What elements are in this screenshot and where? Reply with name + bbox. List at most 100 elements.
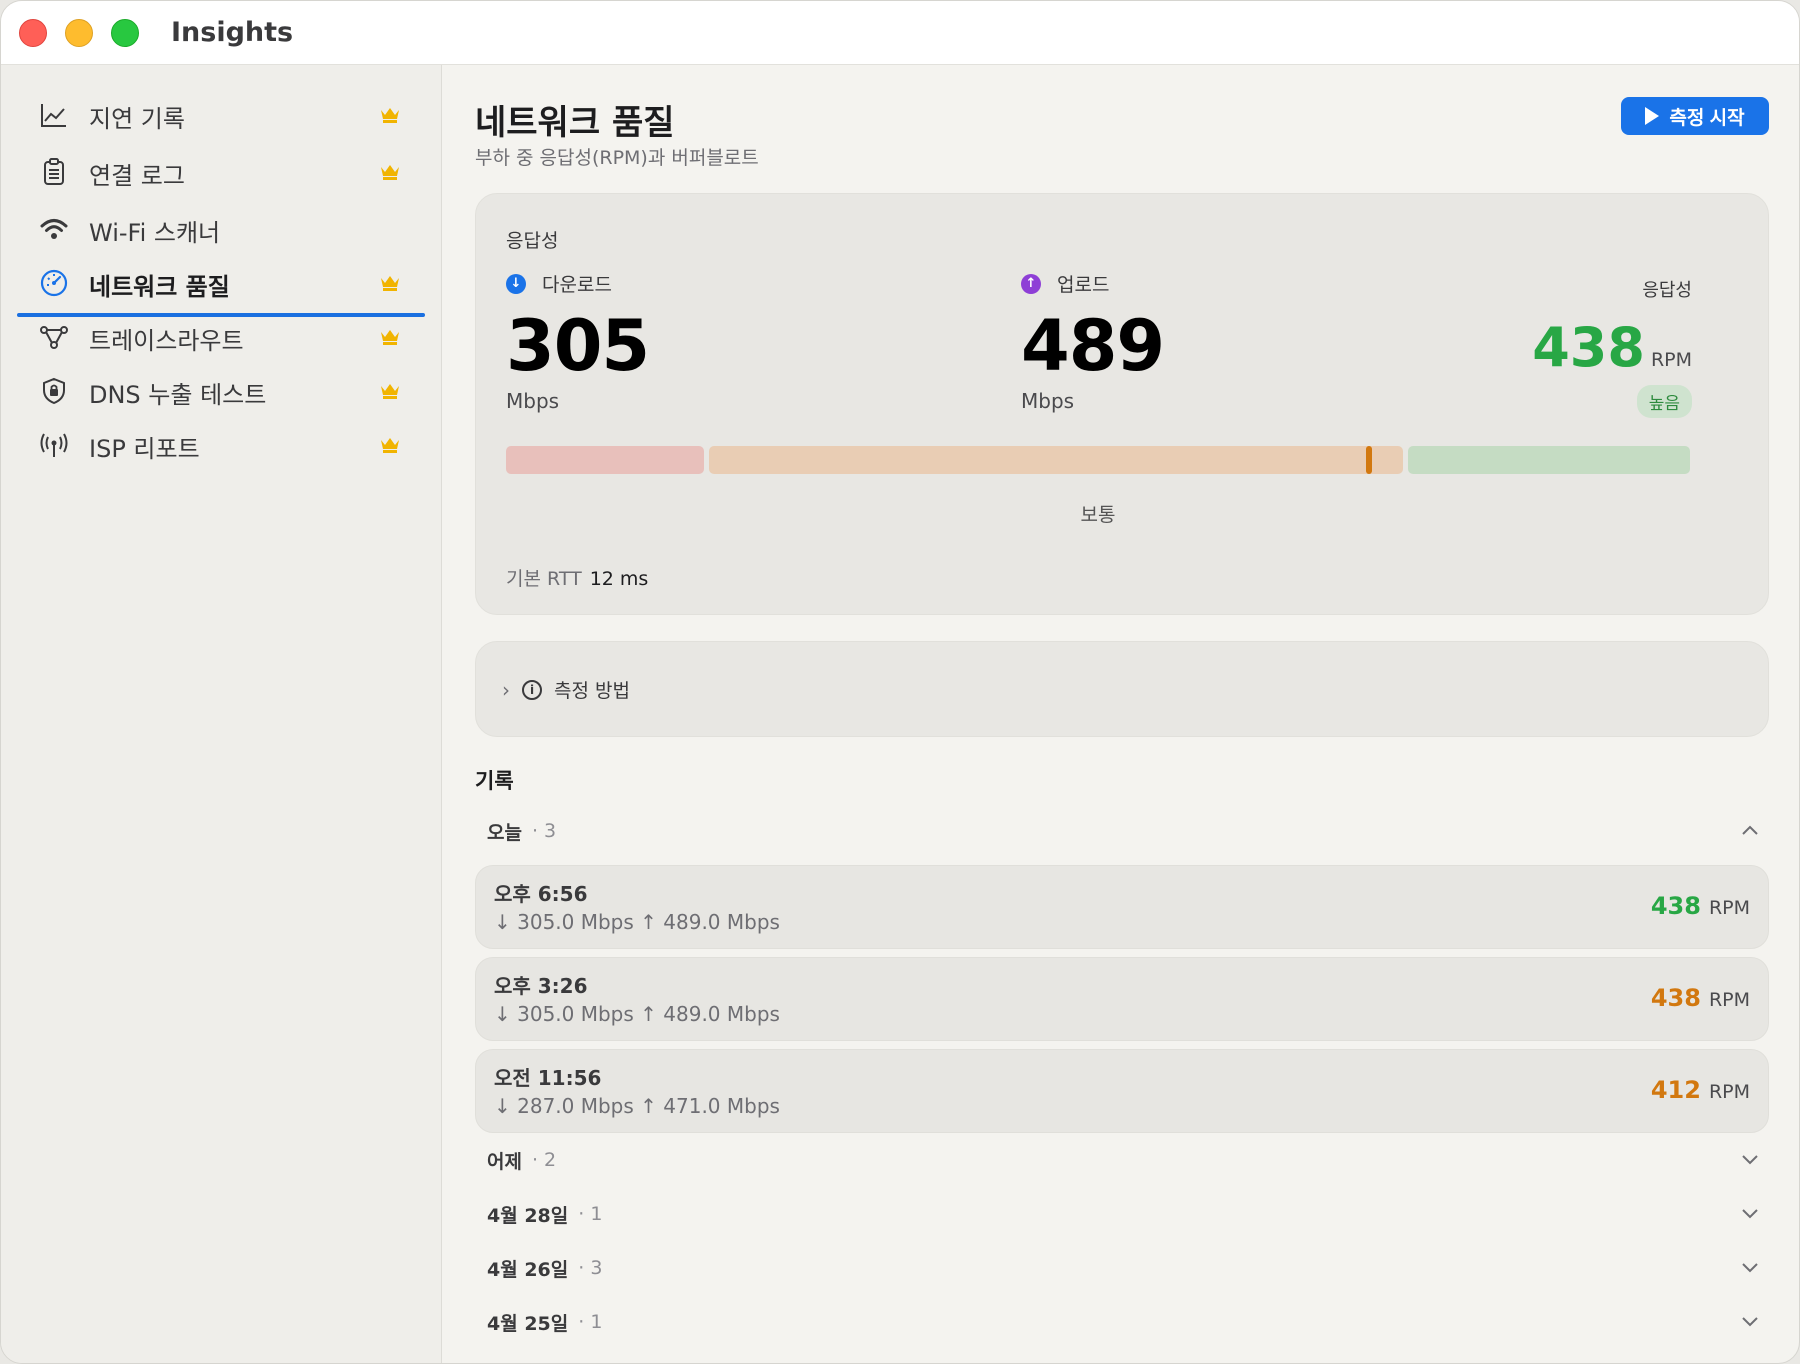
scale-label: 보통 bbox=[1080, 504, 1116, 526]
group-name: 4월 26일 bbox=[487, 1258, 569, 1281]
scale-marker bbox=[1366, 446, 1372, 474]
chart-line-icon bbox=[41, 104, 66, 127]
record-speeds: ↓ 305.0 Mbps ↑ 489.0 Mbps bbox=[494, 1002, 780, 1026]
shield-icon bbox=[43, 377, 65, 405]
history-group-today[interactable]: 오늘 · 3 bbox=[475, 811, 1769, 851]
history-group-apr-26[interactable]: 4월 26일 · 3 bbox=[475, 1248, 1769, 1288]
sidebar-item-connection-log[interactable]: 연결 로그 bbox=[17, 142, 425, 200]
record-time: 오전 11:56 bbox=[494, 1066, 602, 1090]
sidebar-item-dns-leak-test[interactable]: DNS 누출 테스트 bbox=[17, 361, 425, 419]
sidebar-item-wifi-scanner[interactable]: Wi-Fi 스캐너 bbox=[17, 199, 425, 257]
measurement-method-disclosure[interactable]: › i 측정 방법 bbox=[475, 641, 1769, 737]
sidebar: 지연 기록 연결 로그 Wi-Fi 스캐너 네트워크 품질 트레이스라우트 DN… bbox=[1, 65, 442, 1363]
crown-icon bbox=[381, 108, 399, 123]
download-metric: ↓ 다운로드 305 Mbps bbox=[506, 270, 650, 413]
chevron-down-icon bbox=[1742, 1317, 1758, 1327]
window-controls bbox=[19, 18, 139, 47]
close-window-button[interactable] bbox=[19, 18, 47, 47]
record-time: 오후 6:56 bbox=[494, 882, 588, 906]
history-record[interactable]: 오전 11:56 ↓ 287.0 Mbps ↑ 471.0 Mbps 412 R… bbox=[475, 1049, 1769, 1133]
rpm-unit: RPM bbox=[1650, 349, 1692, 371]
upload-value: 489 bbox=[1021, 305, 1165, 387]
group-name: 어제 bbox=[487, 1150, 522, 1173]
group-count: · 3 bbox=[531, 820, 557, 842]
scale-segment-medium bbox=[709, 446, 1403, 474]
crown-icon bbox=[381, 165, 399, 180]
group-name: 4월 28일 bbox=[487, 1204, 569, 1227]
upload-unit: Mbps bbox=[1021, 389, 1075, 413]
crown-icon bbox=[381, 330, 399, 345]
record-rpm-value: 438 bbox=[1650, 892, 1701, 920]
record-rpm-value: 438 bbox=[1650, 984, 1701, 1012]
history-record[interactable]: 오후 6:56 ↓ 305.0 Mbps ↑ 489.0 Mbps 438 RP… bbox=[475, 865, 1769, 949]
sidebar-item-network-quality[interactable]: 네트워크 품질 bbox=[17, 253, 425, 317]
zoom-window-button[interactable] bbox=[111, 18, 139, 47]
download-unit: Mbps bbox=[506, 389, 560, 413]
minimize-window-button[interactable] bbox=[65, 18, 93, 47]
sidebar-item-latency-history[interactable]: 지연 기록 bbox=[17, 85, 425, 143]
page-title: 네트워크 품질 bbox=[475, 103, 675, 143]
record-rpm-unit: RPM bbox=[1708, 989, 1750, 1011]
chevron-down-icon bbox=[1742, 1263, 1758, 1273]
download-value: 305 bbox=[506, 305, 650, 387]
sidebar-item-label: 트레이스라우트 bbox=[89, 327, 244, 355]
download-arrow-icon: ↓ bbox=[506, 273, 526, 294]
group-count: · 2 bbox=[531, 1149, 557, 1171]
scale-segment-high bbox=[1408, 446, 1690, 474]
gauge-icon bbox=[40, 269, 68, 297]
record-rpm-unit: RPM bbox=[1708, 1081, 1750, 1103]
start-measurement-label: 측정 시작 bbox=[1669, 107, 1745, 129]
play-icon bbox=[1645, 107, 1660, 125]
rpm-rating-badge: 높음 bbox=[1636, 385, 1692, 418]
responsiveness-scale bbox=[506, 446, 1690, 474]
history-group-yesterday[interactable]: 어제 · 2 bbox=[475, 1140, 1769, 1180]
history-title: 기록 bbox=[475, 769, 514, 793]
record-rpm-value: 412 bbox=[1650, 1076, 1701, 1104]
record-time: 오후 3:26 bbox=[494, 974, 588, 998]
group-count: · 1 bbox=[578, 1203, 603, 1225]
info-icon: i bbox=[522, 679, 542, 700]
responsiveness-card: 응답성 ↓ 다운로드 305 Mbps ↑ 업로드 489 Mbps 응답성 4… bbox=[475, 193, 1769, 615]
crown-icon bbox=[381, 384, 399, 399]
history-record[interactable]: 오후 3:26 ↓ 305.0 Mbps ↑ 489.0 Mbps 438 RP… bbox=[475, 957, 1769, 1041]
responsiveness-title: 응답성 bbox=[506, 230, 559, 252]
sidebar-item-traceroute[interactable]: 트레이스라우트 bbox=[17, 307, 425, 365]
rpm-metric: 응답성 438 RPM 높음 bbox=[1532, 276, 1692, 418]
upload-label: 업로드 bbox=[1057, 274, 1110, 296]
record-speeds: ↓ 287.0 Mbps ↑ 471.0 Mbps bbox=[494, 1094, 780, 1118]
main-content: 네트워크 품질 부하 중 응답성(RPM)과 버퍼블로트 측정 시작 응답성 ↓… bbox=[443, 65, 1799, 1363]
sidebar-item-label: 연결 로그 bbox=[89, 162, 185, 190]
chevron-right-icon: › bbox=[502, 677, 510, 702]
measurement-method-label: 측정 방법 bbox=[554, 680, 630, 702]
sidebar-item-label: 네트워크 품질 bbox=[89, 273, 230, 301]
upload-arrow-icon: ↑ bbox=[1021, 273, 1041, 294]
group-name: 4월 25일 bbox=[487, 1312, 569, 1335]
chevron-down-icon bbox=[1742, 1209, 1758, 1219]
app-window: Insights 지연 기록 연결 로그 Wi-Fi 스캐너 네트워크 품질 트… bbox=[0, 0, 1800, 1364]
clipboard-icon bbox=[44, 158, 64, 185]
wifi-icon bbox=[40, 219, 68, 239]
base-rtt: 기본 RTT 12 ms bbox=[506, 564, 648, 591]
start-measurement-button[interactable]: 측정 시작 bbox=[1621, 97, 1769, 135]
base-rtt-value: 12 ms bbox=[589, 568, 649, 590]
crown-icon bbox=[381, 276, 399, 291]
history-group-apr-25[interactable]: 4월 25일 · 1 bbox=[475, 1302, 1769, 1342]
sidebar-item-isp-report[interactable]: ISP 리포트 bbox=[17, 415, 425, 473]
title-bar: Insights bbox=[1, 1, 1799, 65]
record-rpm-unit: RPM bbox=[1708, 897, 1750, 919]
antenna-icon bbox=[40, 433, 68, 457]
upload-metric: ↑ 업로드 489 Mbps bbox=[1021, 270, 1165, 413]
sidebar-item-label: Wi-Fi 스캐너 bbox=[89, 219, 221, 247]
route-icon bbox=[40, 326, 68, 349]
download-label: 다운로드 bbox=[542, 274, 612, 296]
app-title: Insights bbox=[171, 17, 294, 48]
page-subtitle: 부하 중 응답성(RPM)과 버퍼블로트 bbox=[475, 147, 759, 169]
chevron-down-icon bbox=[1742, 1155, 1758, 1165]
history-group-apr-28[interactable]: 4월 28일 · 1 bbox=[475, 1194, 1769, 1234]
scale-segment-low bbox=[506, 446, 704, 474]
sidebar-item-label: DNS 누출 테스트 bbox=[89, 381, 267, 409]
group-name: 오늘 bbox=[487, 821, 522, 844]
rpm-label: 응답성 bbox=[1642, 280, 1692, 301]
group-count: · 1 bbox=[578, 1311, 603, 1333]
crown-icon bbox=[381, 438, 399, 453]
